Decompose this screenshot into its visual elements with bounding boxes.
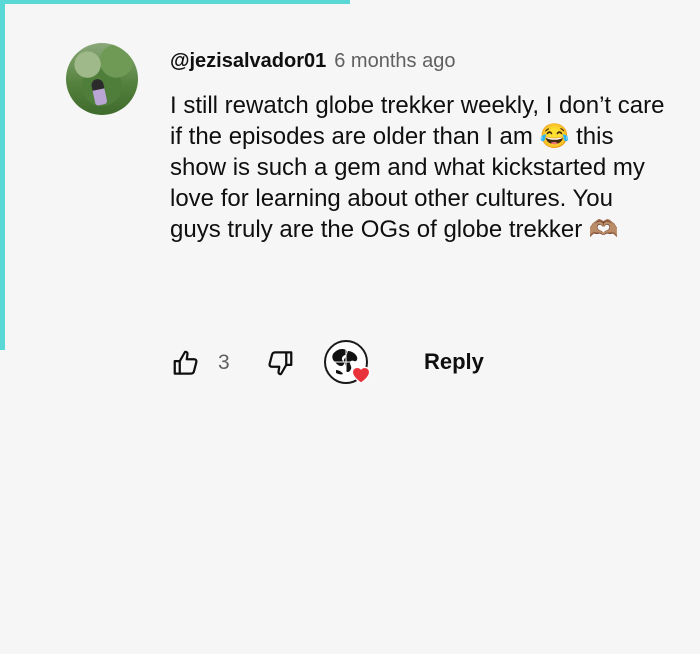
- comment-header: @jezisalvador01 6 months ago: [170, 49, 455, 73]
- reply-button[interactable]: Reply: [424, 349, 484, 375]
- comment-action-bar: 3 Reply: [170, 340, 500, 388]
- heart-hands-emoji: 🫶🏽: [588, 216, 619, 243]
- like-count: 3: [218, 351, 230, 374]
- tears-of-joy-emoji: 😂: [539, 123, 570, 150]
- avatar-figure: [90, 78, 108, 106]
- like-button[interactable]: [170, 347, 202, 379]
- comment-timestamp[interactable]: 6 months ago: [334, 49, 455, 73]
- accent-border-left: [0, 0, 5, 350]
- thumbs-up-icon: [173, 350, 198, 375]
- comment-body: I still rewatch globe trekker weekly, I …: [170, 90, 670, 245]
- commenter-avatar[interactable]: [66, 43, 138, 115]
- accent-border-top: [0, 0, 350, 4]
- creator-heart[interactable]: [324, 340, 374, 388]
- thumbs-down-icon: [268, 351, 293, 376]
- heart-icon: [351, 366, 371, 384]
- dislike-button[interactable]: [264, 347, 296, 379]
- comment-author[interactable]: @jezisalvador01: [170, 49, 326, 73]
